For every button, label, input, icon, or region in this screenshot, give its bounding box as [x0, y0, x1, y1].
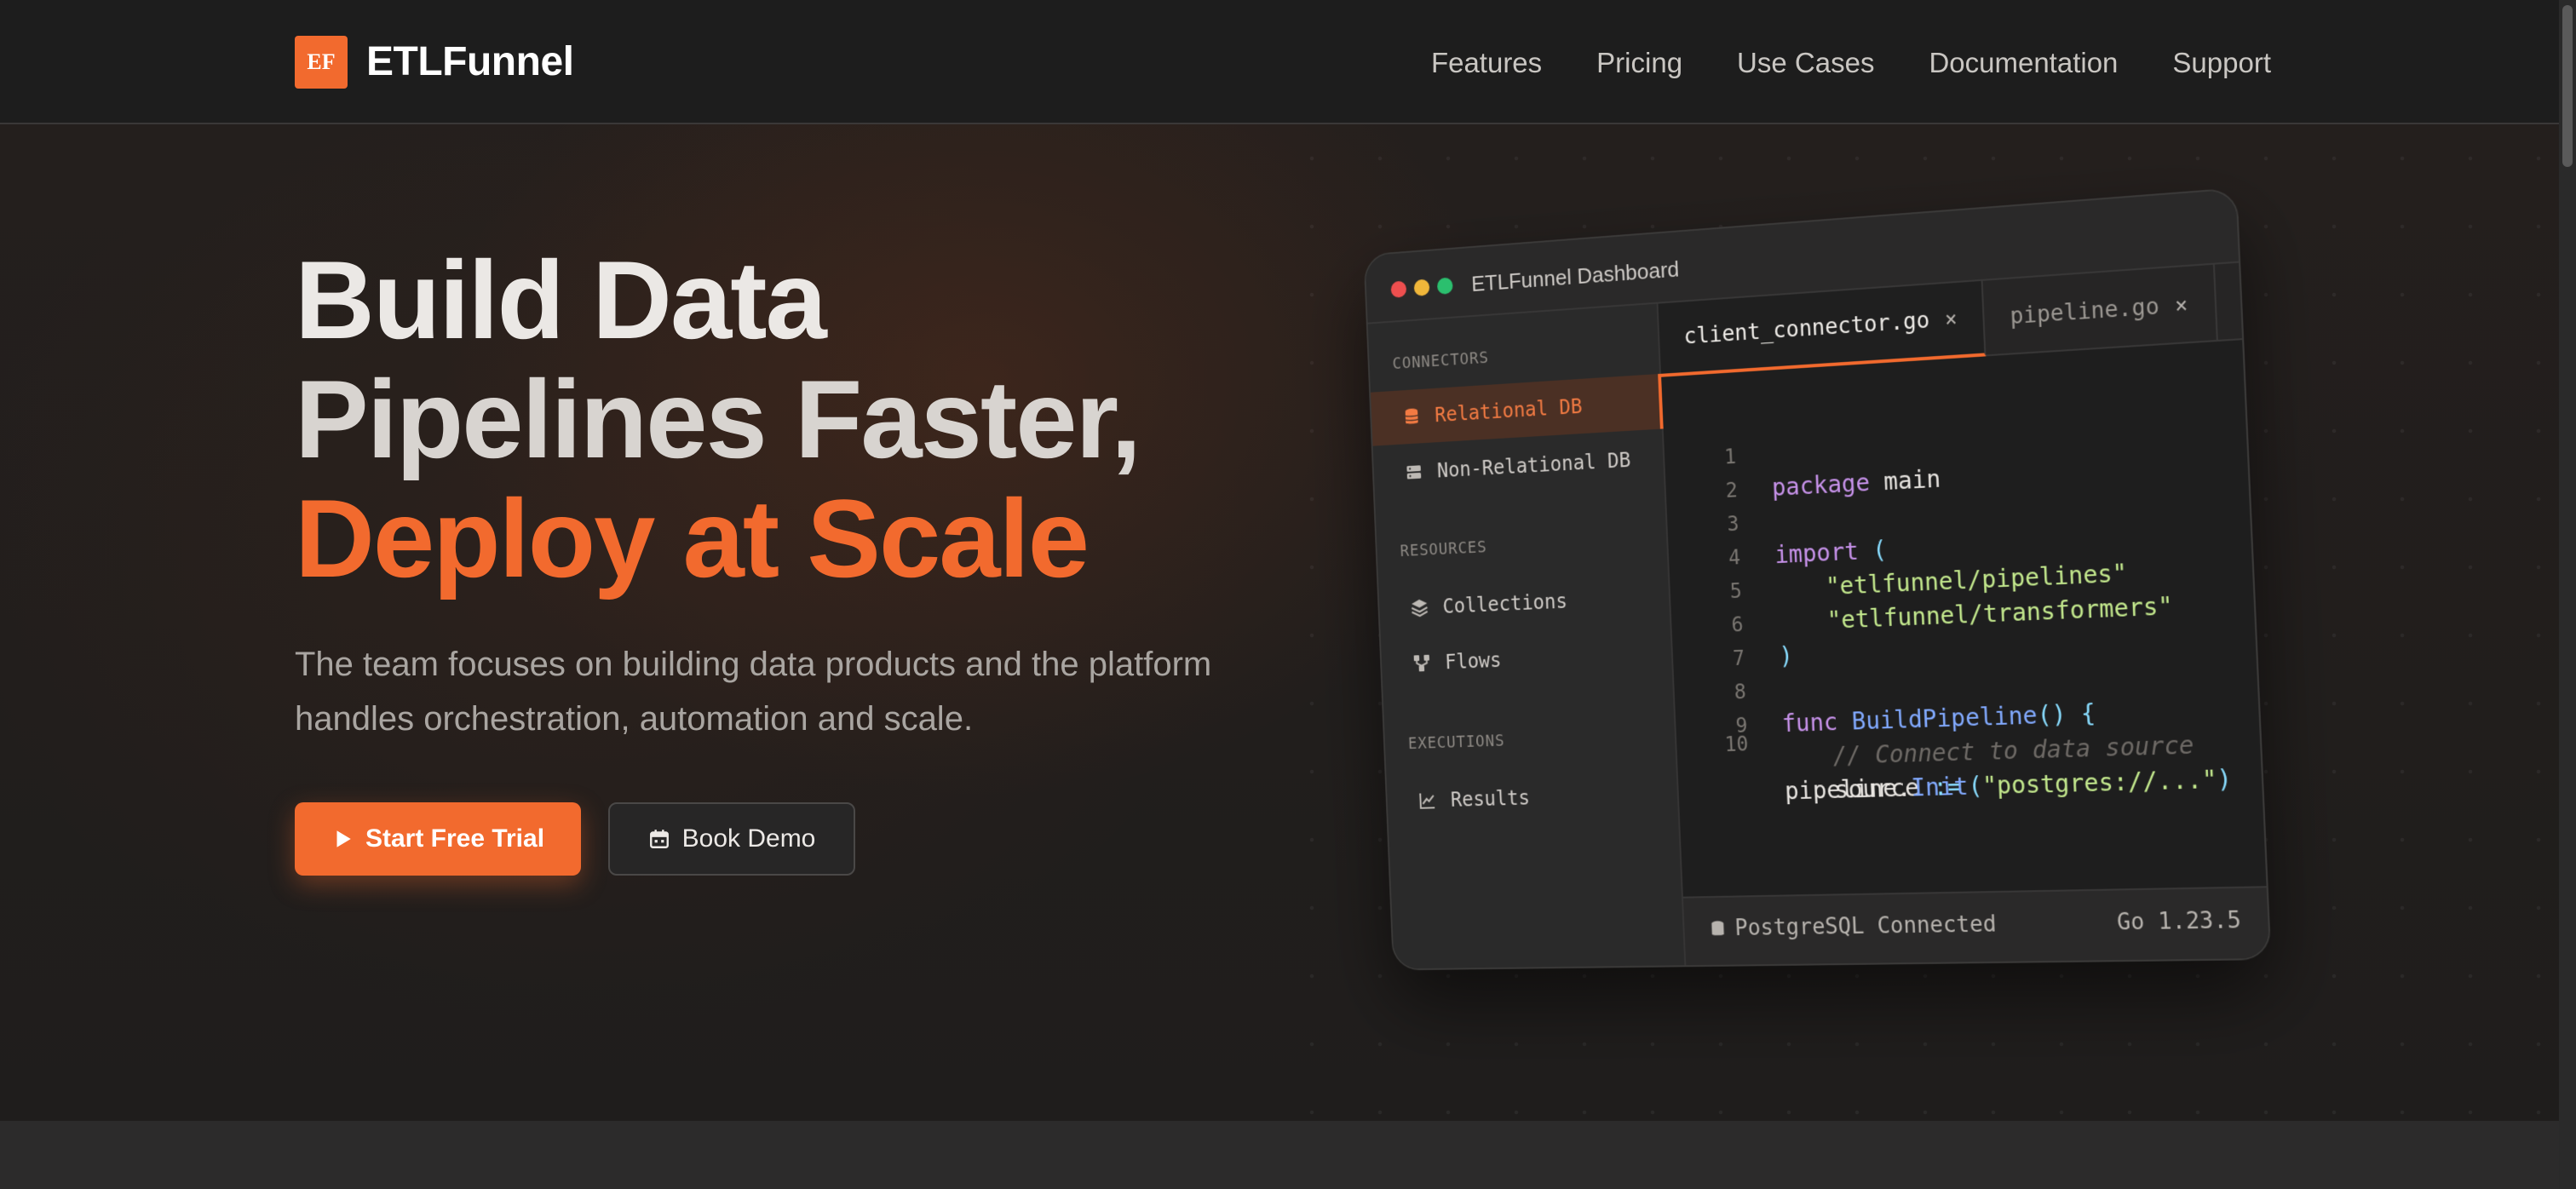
window-title: ETLFunnel Dashboard [1470, 256, 1680, 296]
code-function: BuildPipeline [1851, 701, 2038, 736]
code-text: main [1869, 464, 1941, 497]
sidebar-item-flows[interactable]: Flows [1381, 626, 1674, 692]
layers-icon [1410, 599, 1429, 617]
top-navigation-bar: EF ETLFunnel Features Pricing Use Cases … [0, 0, 2576, 124]
book-demo-button[interactable]: Book Demo [608, 802, 855, 876]
hero-title-line-1: Build Data [295, 238, 827, 362]
book-demo-label: Book Demo [681, 824, 816, 853]
nav-use-cases[interactable]: Use Cases [1737, 47, 1874, 79]
tab-label: client_connector.go [1683, 307, 1930, 350]
connection-status-text: PostgreSQL Connected [1734, 911, 1998, 941]
flow-icon [1412, 654, 1432, 672]
nav-features[interactable]: Features [1431, 47, 1542, 79]
sidebar-item-collections[interactable]: Collections [1378, 569, 1671, 636]
hero-subtitle: The team focuses on building data produc… [295, 646, 1212, 738]
next-section-strip [0, 1121, 2559, 1189]
code-line: 2 [1664, 439, 1747, 503]
code-keyword: import [1774, 537, 1860, 570]
hero-title-line-2: Pipelines Faster, [295, 357, 1141, 481]
sidebar-item-label: Collections [1442, 589, 1568, 618]
code-line: 7 [1671, 607, 1755, 670]
main-nav: Features Pricing Use Cases Documentation… [1431, 37, 2271, 89]
code-text: pipeline. [1784, 773, 1912, 806]
dashboard-preview-window: ETLFunnel Dashboard CONNECTORS Relationa… [1363, 187, 2272, 971]
code-line: pipeline.Init("postgres://...") [1676, 742, 2233, 806]
sidebar-item-label: Relational DB [1434, 394, 1583, 428]
nav-pricing[interactable]: Pricing [1596, 47, 1682, 79]
scrollbar-thumb[interactable] [2562, 5, 2573, 167]
code-line: 6 ) [1670, 573, 1794, 670]
sidebar-item-label: Non-Relational DB [1436, 448, 1631, 483]
close-icon[interactable]: × [2175, 293, 2188, 319]
code-text: ( [1967, 772, 1984, 801]
server-icon [1406, 465, 1422, 480]
code-line: 5 "etlfunnel/transformers" [1668, 540, 2173, 635]
sidebar-item-results[interactable]: Results [1386, 766, 1680, 828]
close-icon[interactable]: × [1944, 307, 1958, 331]
sidebar-section-connectors: CONNECTORS [1392, 348, 1490, 373]
sidebar-item-label: Flows [1444, 648, 1502, 675]
code-text: ) [1778, 641, 1794, 670]
code-line: 8 func BuildPipeline() { [1672, 640, 2096, 738]
code-function: Init [1910, 772, 1969, 802]
database-icon [1711, 921, 1724, 936]
hero-title-line-3: Deploy at Scale [295, 476, 1090, 600]
code-text: () { [2036, 698, 2096, 730]
code-text: ) [2216, 764, 2233, 795]
code-line: 10 source := [1676, 708, 1963, 803]
window-maximize-dot[interactable] [1436, 277, 1453, 295]
sidebar-section-resources: RESOURCES [1400, 537, 1488, 560]
logo-badge[interactable]: EF [295, 36, 348, 89]
window-minimize-dot[interactable] [1413, 279, 1430, 296]
page-scrollbar[interactable] [2559, 0, 2576, 1189]
code-keyword: func [1781, 708, 1839, 738]
hero-title: Build Data Pipelines Faster, Deploy at S… [295, 240, 1317, 598]
brand-name[interactable]: ETLFunnel [366, 34, 574, 90]
code-line: 4 "etlfunnel/pipelines" [1667, 506, 2128, 600]
start-free-trial-label: Start Free Trial [365, 824, 545, 853]
code-line: 3 import ( [1665, 473, 1888, 569]
editor-status-bar: PostgreSQL Connected Go 1.23.5 [1682, 886, 2270, 966]
connection-status: PostgreSQL Connected [1708, 911, 1997, 941]
database-icon [1402, 408, 1422, 424]
tab-label: pipeline.go [2009, 293, 2160, 330]
nav-support[interactable]: Support [2172, 47, 2271, 79]
sidebar-section-executions: EXECUTIONS [1407, 732, 1505, 753]
code-keyword: package [1771, 468, 1871, 502]
code-text: ( [1858, 536, 1888, 566]
code-string: "postgres://..." [1981, 765, 2218, 801]
code-line: 1 package main [1663, 405, 1941, 502]
chart-line-icon [1417, 790, 1437, 811]
tab-pipeline[interactable]: pipeline.go × [1982, 264, 2218, 357]
play-icon [336, 830, 351, 847]
go-version: Go 1.23.5 [2116, 907, 2242, 936]
window-close-dot[interactable] [1390, 280, 1407, 298]
nav-documentation[interactable]: Documentation [1929, 47, 2118, 79]
start-free-trial-button[interactable]: Start Free Trial [295, 802, 581, 876]
calendar-icon [649, 830, 669, 848]
code-line: 9 // Connect to data source [1674, 675, 2194, 770]
sidebar-item-label: Results [1450, 786, 1531, 812]
dashboard-sidebar: CONNECTORS Relational DB Non-Relational … [1367, 303, 1687, 969]
code-editor[interactable]: 1 package main 2 3 import ( 4 "etlfunnel… [1661, 340, 2267, 897]
